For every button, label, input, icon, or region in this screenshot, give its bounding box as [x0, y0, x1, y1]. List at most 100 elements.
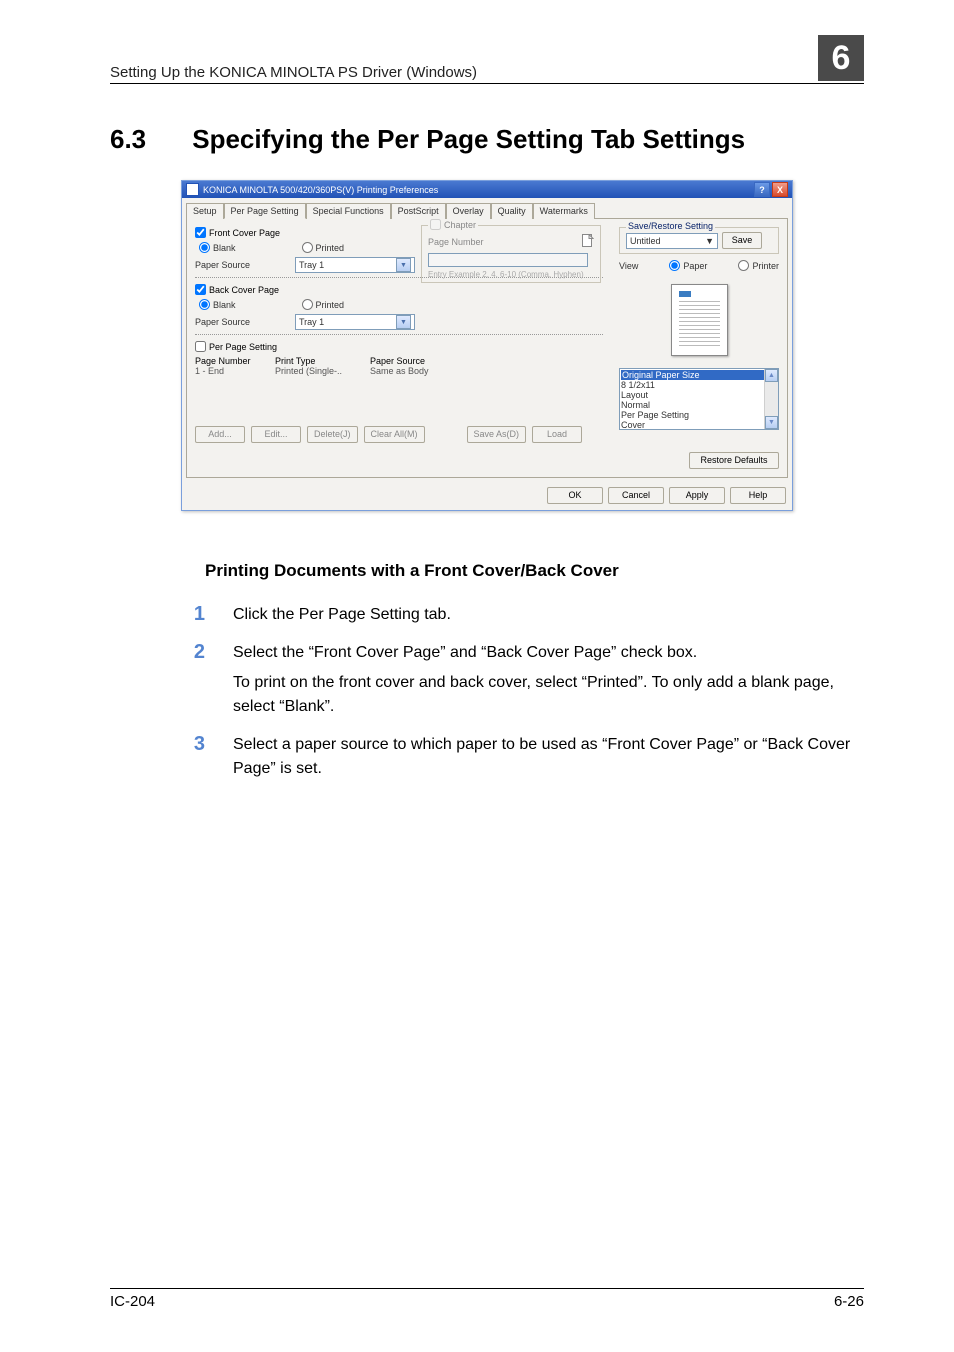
page-header: Setting Up the KONICA MINOLTA PS Driver …	[110, 35, 864, 84]
front-blank-input[interactable]	[199, 242, 210, 253]
step-text: Click the Per Page Setting tab.	[233, 603, 864, 627]
info-list[interactable]: Original Paper Size 8 1/2x11 Layout Norm…	[619, 368, 779, 430]
view-printer-input[interactable]	[738, 260, 749, 271]
view-printer-radio[interactable]: Printer	[738, 260, 779, 271]
tab-quality[interactable]: Quality	[491, 203, 533, 219]
per-page-setting-checkbox[interactable]: Per Page Setting	[195, 341, 277, 352]
step-number: 1	[110, 603, 205, 627]
back-printed-label: Printed	[316, 300, 345, 310]
hdr-print-type: Print Type	[275, 356, 370, 366]
save-as-button[interactable]: Save As(D)	[467, 426, 527, 443]
front-blank-radio[interactable]: Blank	[199, 242, 236, 253]
save-restore-value: Untitled	[630, 236, 661, 246]
back-blank-radio[interactable]: Blank	[199, 299, 236, 310]
back-printed-input[interactable]	[302, 299, 313, 310]
view-label: View	[619, 261, 638, 271]
delete-button[interactable]: Delete(J)	[307, 426, 358, 443]
dialog-bottom-buttons: OK Cancel Apply Help	[182, 482, 792, 510]
front-src-label: Paper Source	[195, 260, 285, 270]
step-subtext: To print on the front cover and back cov…	[233, 671, 864, 719]
cell-page-number: 1 - End	[195, 366, 275, 376]
list-buttons: Add... Edit... Delete(J) Clear All(M) Sa…	[195, 426, 603, 443]
clear-all-button[interactable]: Clear All(M)	[364, 426, 425, 443]
section-title: 6.3 Specifying the Per Page Setting Tab …	[110, 124, 864, 155]
per-page-setting-input[interactable]	[195, 341, 206, 352]
back-printed-radio[interactable]: Printed	[302, 299, 345, 310]
dropdown-icon[interactable]: ▼	[396, 315, 411, 329]
front-cover-input[interactable]	[195, 227, 206, 238]
scroll-up-icon[interactable]: ▲	[765, 369, 778, 382]
front-src-select[interactable]: Tray 1 ▼	[295, 257, 415, 273]
page-number-label: Page Number	[428, 237, 484, 247]
section-number: 6.3	[110, 124, 185, 155]
step-1: 1 Click the Per Page Setting tab.	[110, 603, 864, 627]
ok-button[interactable]: OK	[547, 487, 603, 504]
footer-right: 6-26	[834, 1293, 864, 1310]
footer-left: IC-204	[110, 1293, 155, 1310]
info-cover: Cover	[621, 420, 645, 430]
view-paper-radio[interactable]: Paper	[669, 260, 707, 271]
back-cover-label: Back Cover Page	[209, 285, 279, 295]
save-restore-legend: Save/Restore Setting	[626, 221, 715, 231]
scrollbar[interactable]: ▲ ▼	[764, 369, 778, 429]
info-ops[interactable]: Original Paper Size	[621, 370, 777, 380]
back-blank-input[interactable]	[199, 299, 210, 310]
apply-button[interactable]: Apply	[669, 487, 725, 504]
chapter-checkbox[interactable]: Chapter	[430, 219, 476, 230]
chapter-page-field	[428, 253, 588, 267]
add-button[interactable]: Add...	[195, 426, 245, 443]
subheading: Printing Documents with a Front Cover/Ba…	[110, 561, 864, 581]
back-blank-label: Blank	[213, 300, 236, 310]
tab-panel: Front Cover Page Blank Printed	[186, 218, 788, 478]
dropdown-icon[interactable]: ▼	[705, 236, 714, 246]
front-cover-checkbox[interactable]: Front Cover Page	[195, 227, 280, 238]
tab-watermarks[interactable]: Watermarks	[533, 203, 595, 219]
tab-special-functions[interactable]: Special Functions	[306, 203, 391, 219]
help-button-bottom[interactable]: Help	[730, 487, 786, 504]
close-button[interactable]: X	[772, 182, 788, 197]
back-src-label: Paper Source	[195, 317, 285, 327]
cancel-button[interactable]: Cancel	[608, 487, 664, 504]
chapter-example: Entry Example 2, 4, 6-10 (Comma, Hyphen)	[428, 270, 594, 279]
front-printed-label: Printed	[316, 243, 345, 253]
save-button[interactable]: Save	[722, 232, 762, 249]
edit-button[interactable]: Edit...	[251, 426, 301, 443]
help-button[interactable]: ?	[754, 182, 770, 197]
chapter-page-icon	[582, 234, 594, 250]
tab-per-page-setting[interactable]: Per Page Setting	[224, 203, 306, 219]
step-number: 3	[110, 733, 205, 781]
tab-postscript[interactable]: PostScript	[391, 203, 446, 219]
tab-overlay[interactable]: Overlay	[446, 203, 491, 219]
hdr-page-number: Page Number	[195, 356, 275, 366]
back-cover-checkbox[interactable]: Back Cover Page	[195, 284, 279, 295]
separator	[195, 334, 603, 335]
app-icon	[186, 183, 199, 196]
list-header: Page Number Print Type Paper Source	[195, 356, 603, 366]
page-preview	[619, 277, 779, 362]
step-number: 2	[110, 641, 205, 719]
front-cover-label: Front Cover Page	[209, 228, 280, 238]
cell-paper-source: Same as Body	[370, 366, 465, 376]
section-title-text: Specifying the Per Page Setting Tab Sett…	[192, 124, 745, 154]
back-src-select[interactable]: Tray 1 ▼	[295, 314, 415, 330]
tab-setup[interactable]: Setup	[186, 203, 224, 219]
front-printed-radio[interactable]: Printed	[302, 242, 345, 253]
step-3: 3 Select a paper source to which paper t…	[110, 733, 864, 781]
list-row[interactable]: 1 - End Printed (Single-.. Same as Body	[195, 366, 603, 376]
view-paper-input[interactable]	[669, 260, 680, 271]
scroll-down-icon[interactable]: ▼	[765, 416, 778, 429]
dropdown-icon[interactable]: ▼	[396, 258, 411, 272]
page-footer: IC-204 6-26	[110, 1288, 864, 1310]
step-text: Select the “Front Cover Page” and “Back …	[233, 644, 697, 661]
info-pps: Per Page Setting	[621, 410, 689, 420]
save-restore-select[interactable]: Untitled ▼	[626, 233, 718, 249]
chapter-group: Chapter Page Number Entry Example 2, 4,	[421, 225, 601, 283]
load-button[interactable]: Load	[532, 426, 582, 443]
restore-defaults-button[interactable]: Restore Defaults	[689, 452, 779, 469]
back-cover-input[interactable]	[195, 284, 206, 295]
front-printed-input[interactable]	[302, 242, 313, 253]
info-size: 8 1/2x11	[621, 380, 655, 390]
step-text: Select a paper source to which paper to …	[233, 733, 864, 781]
step-2: 2 Select the “Front Cover Page” and “Bac…	[110, 641, 864, 719]
front-blank-label: Blank	[213, 243, 236, 253]
